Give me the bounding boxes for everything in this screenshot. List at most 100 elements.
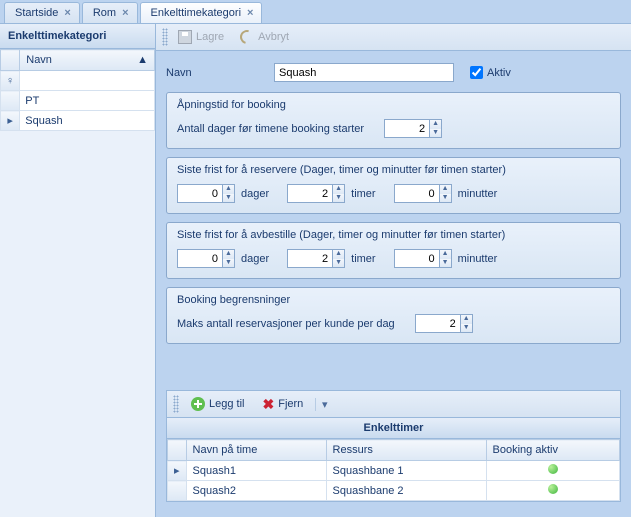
row-indicator: ▸ xyxy=(1,111,20,131)
column-header-resource[interactable]: Ressurs xyxy=(326,440,486,461)
spin-down-icon[interactable]: ▼ xyxy=(430,129,441,138)
table-row[interactable]: Squash2 Squashbane 2 xyxy=(168,481,620,501)
spin-up-icon[interactable]: ▲ xyxy=(430,120,441,129)
cancel-hours-input[interactable] xyxy=(288,250,332,267)
spin-up-icon[interactable]: ▲ xyxy=(440,185,451,194)
remove-button[interactable]: ✖ Fjern xyxy=(256,395,309,413)
active-checkbox[interactable]: Aktiv xyxy=(470,66,511,79)
column-header-navn[interactable]: Navn ▲ xyxy=(20,50,155,71)
reserve-days-spinner[interactable]: ▲▼ xyxy=(177,184,235,203)
cancel-days-input[interactable] xyxy=(178,250,222,267)
grip-icon xyxy=(173,395,179,413)
spin-up-icon[interactable]: ▲ xyxy=(333,185,344,194)
cancel-hours-spinner[interactable]: ▲▼ xyxy=(287,249,345,268)
spin-down-icon[interactable]: ▼ xyxy=(223,259,234,268)
filter-cell[interactable] xyxy=(20,71,155,91)
spin-down-icon[interactable]: ▼ xyxy=(440,194,451,203)
grid-toolbar: Legg til ✖ Fjern ▾ xyxy=(166,390,621,417)
unit-mins: minutter xyxy=(458,253,498,265)
dropdown-icon[interactable]: ▾ xyxy=(315,398,329,411)
spin-up-icon[interactable]: ▲ xyxy=(333,250,344,259)
grid-title: Enkelttimer xyxy=(167,418,620,439)
row-indicator: ▸ xyxy=(168,461,187,481)
column-header-name[interactable]: Navn på time xyxy=(186,440,326,461)
content-pane: Lagre Avbryt Navn Aktiv Åpningstid for b… xyxy=(156,24,631,517)
cell-active[interactable] xyxy=(486,461,619,481)
spin-up-icon[interactable]: ▲ xyxy=(223,250,234,259)
list-item[interactable]: Squash xyxy=(20,111,155,131)
close-icon[interactable]: × xyxy=(64,7,70,19)
group-legend: Booking begrensninger xyxy=(177,294,610,306)
delete-icon: ✖ xyxy=(262,397,274,411)
group-legend: Siste frist for å reservere (Dager, time… xyxy=(177,164,610,176)
booking-limits-group: Booking begrensninger Maks antall reserv… xyxy=(166,287,621,344)
row-indicator-header[interactable] xyxy=(1,50,20,71)
tab-label: Rom xyxy=(93,7,116,19)
max-reservations-spinner[interactable]: ▲▼ xyxy=(415,314,473,333)
row-indicator xyxy=(1,91,20,111)
status-active-icon xyxy=(548,464,558,474)
cancel-days-spinner[interactable]: ▲▼ xyxy=(177,249,235,268)
opening-days-input[interactable] xyxy=(385,120,429,137)
reserve-mins-spinner[interactable]: ▲▼ xyxy=(394,184,452,203)
unit-hours: timer xyxy=(351,188,375,200)
undo-icon xyxy=(238,27,257,46)
opening-hours-group: Åpningstid for booking Antall dager før … xyxy=(166,92,621,149)
cell-active[interactable] xyxy=(486,481,619,501)
opening-days-label: Antall dager før timene booking starter xyxy=(177,123,364,135)
max-reservations-input[interactable] xyxy=(416,315,460,332)
cell-resource[interactable]: Squashbane 1 xyxy=(326,461,486,481)
spin-down-icon[interactable]: ▼ xyxy=(333,259,344,268)
reserve-hours-spinner[interactable]: ▲▼ xyxy=(287,184,345,203)
plus-icon xyxy=(191,397,205,411)
sidebar-grid: Navn ▲ ♀ PT ▸ Squash xyxy=(0,49,155,131)
cancel-mins-spinner[interactable]: ▲▼ xyxy=(394,249,452,268)
tab-startside[interactable]: Startside × xyxy=(4,2,80,23)
add-button[interactable]: Legg til xyxy=(185,395,250,413)
reserve-mins-input[interactable] xyxy=(395,185,439,202)
opening-days-spinner[interactable]: ▲▼ xyxy=(384,119,442,138)
name-input[interactable] xyxy=(274,63,454,82)
list-item[interactable]: PT xyxy=(20,91,155,111)
spin-down-icon[interactable]: ▼ xyxy=(223,194,234,203)
reserve-hours-input[interactable] xyxy=(288,185,332,202)
status-active-icon xyxy=(548,484,558,494)
spin-up-icon[interactable]: ▲ xyxy=(223,185,234,194)
group-legend: Siste frist for å avbestille (Dager, tim… xyxy=(177,229,610,241)
save-button[interactable]: Lagre xyxy=(172,28,230,46)
enkelttimer-grid: Enkelttimer Navn på time Ressurs Booking… xyxy=(166,417,621,502)
cell-name[interactable]: Squash2 xyxy=(186,481,326,501)
cancel-mins-input[interactable] xyxy=(395,250,439,267)
sidebar-title: Enkelttimekategori xyxy=(0,24,155,49)
table-row[interactable]: ▸ Squash1 Squashbane 1 xyxy=(168,461,620,481)
spin-up-icon[interactable]: ▲ xyxy=(440,250,451,259)
active-checkbox-input[interactable] xyxy=(470,66,483,79)
tab-label: Startside xyxy=(15,7,58,19)
reserve-deadline-group: Siste frist for å reservere (Dager, time… xyxy=(166,157,621,214)
spin-down-icon[interactable]: ▼ xyxy=(440,259,451,268)
spin-up-icon[interactable]: ▲ xyxy=(461,315,472,324)
unit-days: dager xyxy=(241,253,269,265)
sort-asc-icon: ▲ xyxy=(137,54,148,66)
max-reservations-label: Maks antall reservasjoner per kunde per … xyxy=(177,318,395,330)
tab-enkelttimekategori[interactable]: Enkelttimekategori × xyxy=(140,2,263,23)
tab-bar: Startside × Rom × Enkelttimekategori × xyxy=(0,0,631,24)
filter-indicator: ♀ xyxy=(1,71,20,91)
cancel-deadline-group: Siste frist for å avbestille (Dager, tim… xyxy=(166,222,621,279)
tab-rom[interactable]: Rom × xyxy=(82,2,138,23)
spin-down-icon[interactable]: ▼ xyxy=(461,324,472,333)
cancel-button[interactable]: Avbryt xyxy=(234,28,295,46)
toolbar: Lagre Avbryt xyxy=(156,24,631,51)
spin-down-icon[interactable]: ▼ xyxy=(333,194,344,203)
reserve-days-input[interactable] xyxy=(178,185,222,202)
cell-name[interactable]: Squash1 xyxy=(186,461,326,481)
tab-label: Enkelttimekategori xyxy=(151,7,242,19)
close-icon[interactable]: × xyxy=(247,7,253,19)
unit-mins: minutter xyxy=(458,188,498,200)
row-indicator-header[interactable] xyxy=(168,440,187,461)
group-legend: Åpningstid for booking xyxy=(177,99,610,111)
column-header-active[interactable]: Booking aktiv xyxy=(486,440,619,461)
name-label: Navn xyxy=(166,67,258,79)
cell-resource[interactable]: Squashbane 2 xyxy=(326,481,486,501)
close-icon[interactable]: × xyxy=(122,7,128,19)
